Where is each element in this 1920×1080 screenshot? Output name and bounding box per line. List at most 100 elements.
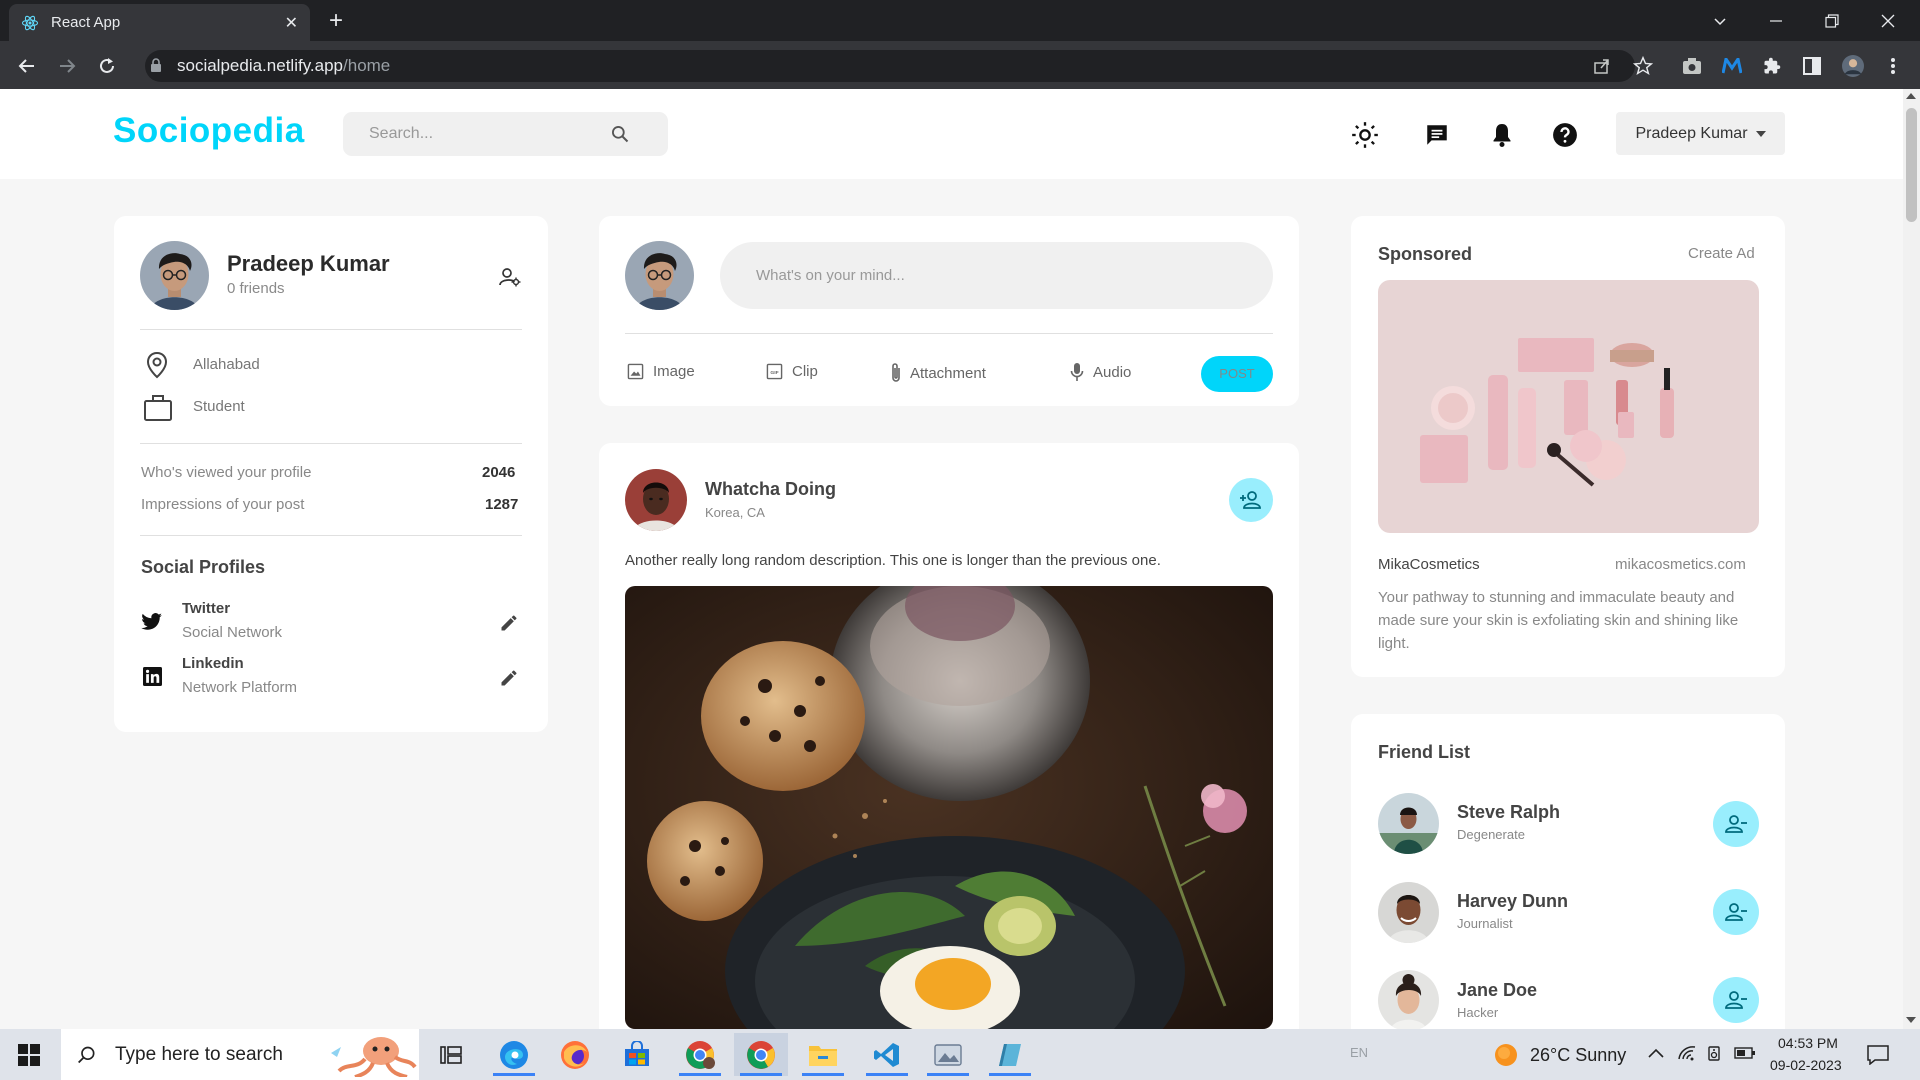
scrollbar-thumb[interactable] <box>1906 108 1917 222</box>
app-cube-icon[interactable] <box>983 1033 1037 1076</box>
stat-label-profile-views: Who's viewed your profile <box>141 464 312 481</box>
remove-friend-button[interactable] <box>1713 977 1759 1023</box>
url-field[interactable]: socialpedia.netlify.app/home <box>145 50 1635 82</box>
notifications-icon[interactable] <box>1486 119 1518 151</box>
friend-avatar[interactable] <box>1378 882 1439 943</box>
post-location: Korea, CA <box>705 505 765 520</box>
social-twitter-name[interactable]: Twitter <box>182 600 230 617</box>
weather-sun-icon[interactable] <box>1493 1042 1519 1068</box>
clock-time[interactable]: 04:53 PM <box>1778 1035 1838 1051</box>
work-icon <box>143 394 173 422</box>
edit-twitter-icon[interactable] <box>499 613 519 633</box>
user-menu-select[interactable]: Pradeep Kumar <box>1616 112 1785 155</box>
speaker-icon[interactable] <box>1707 1044 1723 1062</box>
profile-location: Allahabad <box>193 356 260 373</box>
chrome-profile-icon[interactable] <box>673 1033 727 1076</box>
friend-name[interactable]: Steve Ralph <box>1457 802 1560 823</box>
profile-avatar-icon[interactable] <box>1842 55 1864 77</box>
post-input[interactable]: What's on your mind... <box>720 242 1273 309</box>
url-host: socialpedia.netlify.app <box>177 56 344 75</box>
stat-label-impressions: Impressions of your post <box>141 496 305 513</box>
wifi-icon[interactable] <box>1677 1044 1697 1062</box>
microsoft-store-icon[interactable] <box>610 1033 664 1076</box>
new-tab-button[interactable]: + <box>321 8 351 36</box>
side-panel-icon[interactable] <box>1801 55 1823 77</box>
remove-friend-button[interactable] <box>1713 801 1759 847</box>
chrome-menu-icon[interactable] <box>1882 55 1904 77</box>
person-add-icon <box>1239 490 1263 510</box>
sponsored-ad-image[interactable] <box>1378 280 1759 533</box>
lock-icon[interactable] <box>150 58 162 73</box>
language-indicator[interactable]: EN <box>1350 1045 1368 1060</box>
composer-audio-button[interactable]: Audio <box>1070 362 1131 382</box>
remove-friend-button[interactable] <box>1713 889 1759 935</box>
sponsor-description: Your pathway to stunning and immaculate … <box>1378 589 1739 652</box>
help-icon[interactable] <box>1549 119 1581 151</box>
tab-close-icon[interactable]: ✕ <box>285 13 298 33</box>
post-image[interactable] <box>625 586 1273 1029</box>
app-logo[interactable]: Sociopedia <box>113 111 305 151</box>
profile-name[interactable]: Pradeep Kumar <box>227 251 390 277</box>
search-bar <box>343 112 668 156</box>
firefox-icon[interactable] <box>548 1033 602 1076</box>
photos-icon[interactable] <box>921 1033 975 1076</box>
close-window-icon[interactable] <box>1860 0 1916 41</box>
friend-name[interactable]: Jane Doe <box>1457 980 1537 1001</box>
running-indicator <box>493 1073 535 1076</box>
page-scrollbar[interactable] <box>1903 89 1920 1029</box>
scroll-down-arrow-icon[interactable] <box>1906 1016 1916 1024</box>
running-indicator <box>679 1073 721 1076</box>
file-explorer-icon[interactable] <box>796 1033 850 1076</box>
composer-image-button[interactable]: Image <box>627 363 695 380</box>
profile-avatar[interactable] <box>140 241 209 310</box>
notification-center-icon[interactable] <box>1867 1045 1889 1065</box>
create-ad-link[interactable]: Create Ad <box>1688 245 1755 262</box>
forward-icon[interactable] <box>54 53 80 79</box>
location-icon <box>145 351 169 379</box>
chrome-active-icon[interactable] <box>734 1033 788 1076</box>
task-view-icon[interactable] <box>424 1033 478 1076</box>
bookmark-star-icon[interactable] <box>1632 55 1654 77</box>
vscode-icon[interactable] <box>860 1033 914 1076</box>
add-friend-button[interactable] <box>1229 478 1273 522</box>
search-input[interactable] <box>343 112 603 156</box>
friend-name[interactable]: Harvey Dunn <box>1457 891 1568 912</box>
tab-search-icon[interactable] <box>1692 0 1748 41</box>
message-icon[interactable] <box>1421 119 1453 151</box>
share-icon[interactable] <box>1591 55 1613 77</box>
taskbar-search-box[interactable]: Type here to search <box>61 1029 419 1080</box>
social-linkedin-subtitle: Network Platform <box>182 679 298 696</box>
battery-icon[interactable] <box>1734 1047 1756 1059</box>
camera-extension-icon[interactable] <box>1681 55 1703 77</box>
windows-start-icon[interactable] <box>18 1044 40 1066</box>
manage-accounts-icon[interactable] <box>499 267 521 287</box>
light-mode-icon[interactable] <box>1349 119 1381 151</box>
post-button[interactable]: POST <box>1201 356 1273 392</box>
post-author-avatar[interactable] <box>625 469 687 531</box>
restore-icon[interactable] <box>1804 0 1860 41</box>
friend-avatar[interactable] <box>1378 793 1439 854</box>
minimize-icon[interactable] <box>1748 0 1804 41</box>
browser-tab[interactable]: React App ✕ <box>9 4 310 41</box>
composer-attachment-button[interactable]: Attachment <box>890 362 986 384</box>
scroll-up-arrow-icon[interactable] <box>1906 92 1916 100</box>
extensions-puzzle-icon[interactable] <box>1761 55 1783 77</box>
divider <box>625 333 1273 334</box>
back-icon[interactable] <box>14 53 40 79</box>
sponsor-site[interactable]: mikacosmetics.com <box>1615 556 1746 573</box>
attachment-icon <box>890 362 902 384</box>
edge-browser-icon[interactable] <box>487 1033 541 1076</box>
reload-icon[interactable] <box>94 53 120 79</box>
friend-avatar[interactable] <box>1378 970 1439 1031</box>
edit-linkedin-icon[interactable] <box>499 668 519 688</box>
composer-clip-button[interactable]: GIF Clip <box>766 363 818 380</box>
weather-text[interactable]: 26°C Sunny <box>1530 1045 1626 1066</box>
composer-clip-label: Clip <box>792 363 818 380</box>
linkedin-icon <box>143 667 162 686</box>
extension-m-icon[interactable] <box>1721 55 1743 77</box>
post-author-name[interactable]: Whatcha Doing <box>705 479 836 500</box>
social-linkedin-name[interactable]: Linkedin <box>182 655 244 672</box>
search-icon[interactable] <box>610 124 630 144</box>
hidden-icons-chevron-icon[interactable] <box>1648 1047 1664 1059</box>
clock-date[interactable]: 09-02-2023 <box>1770 1057 1842 1073</box>
